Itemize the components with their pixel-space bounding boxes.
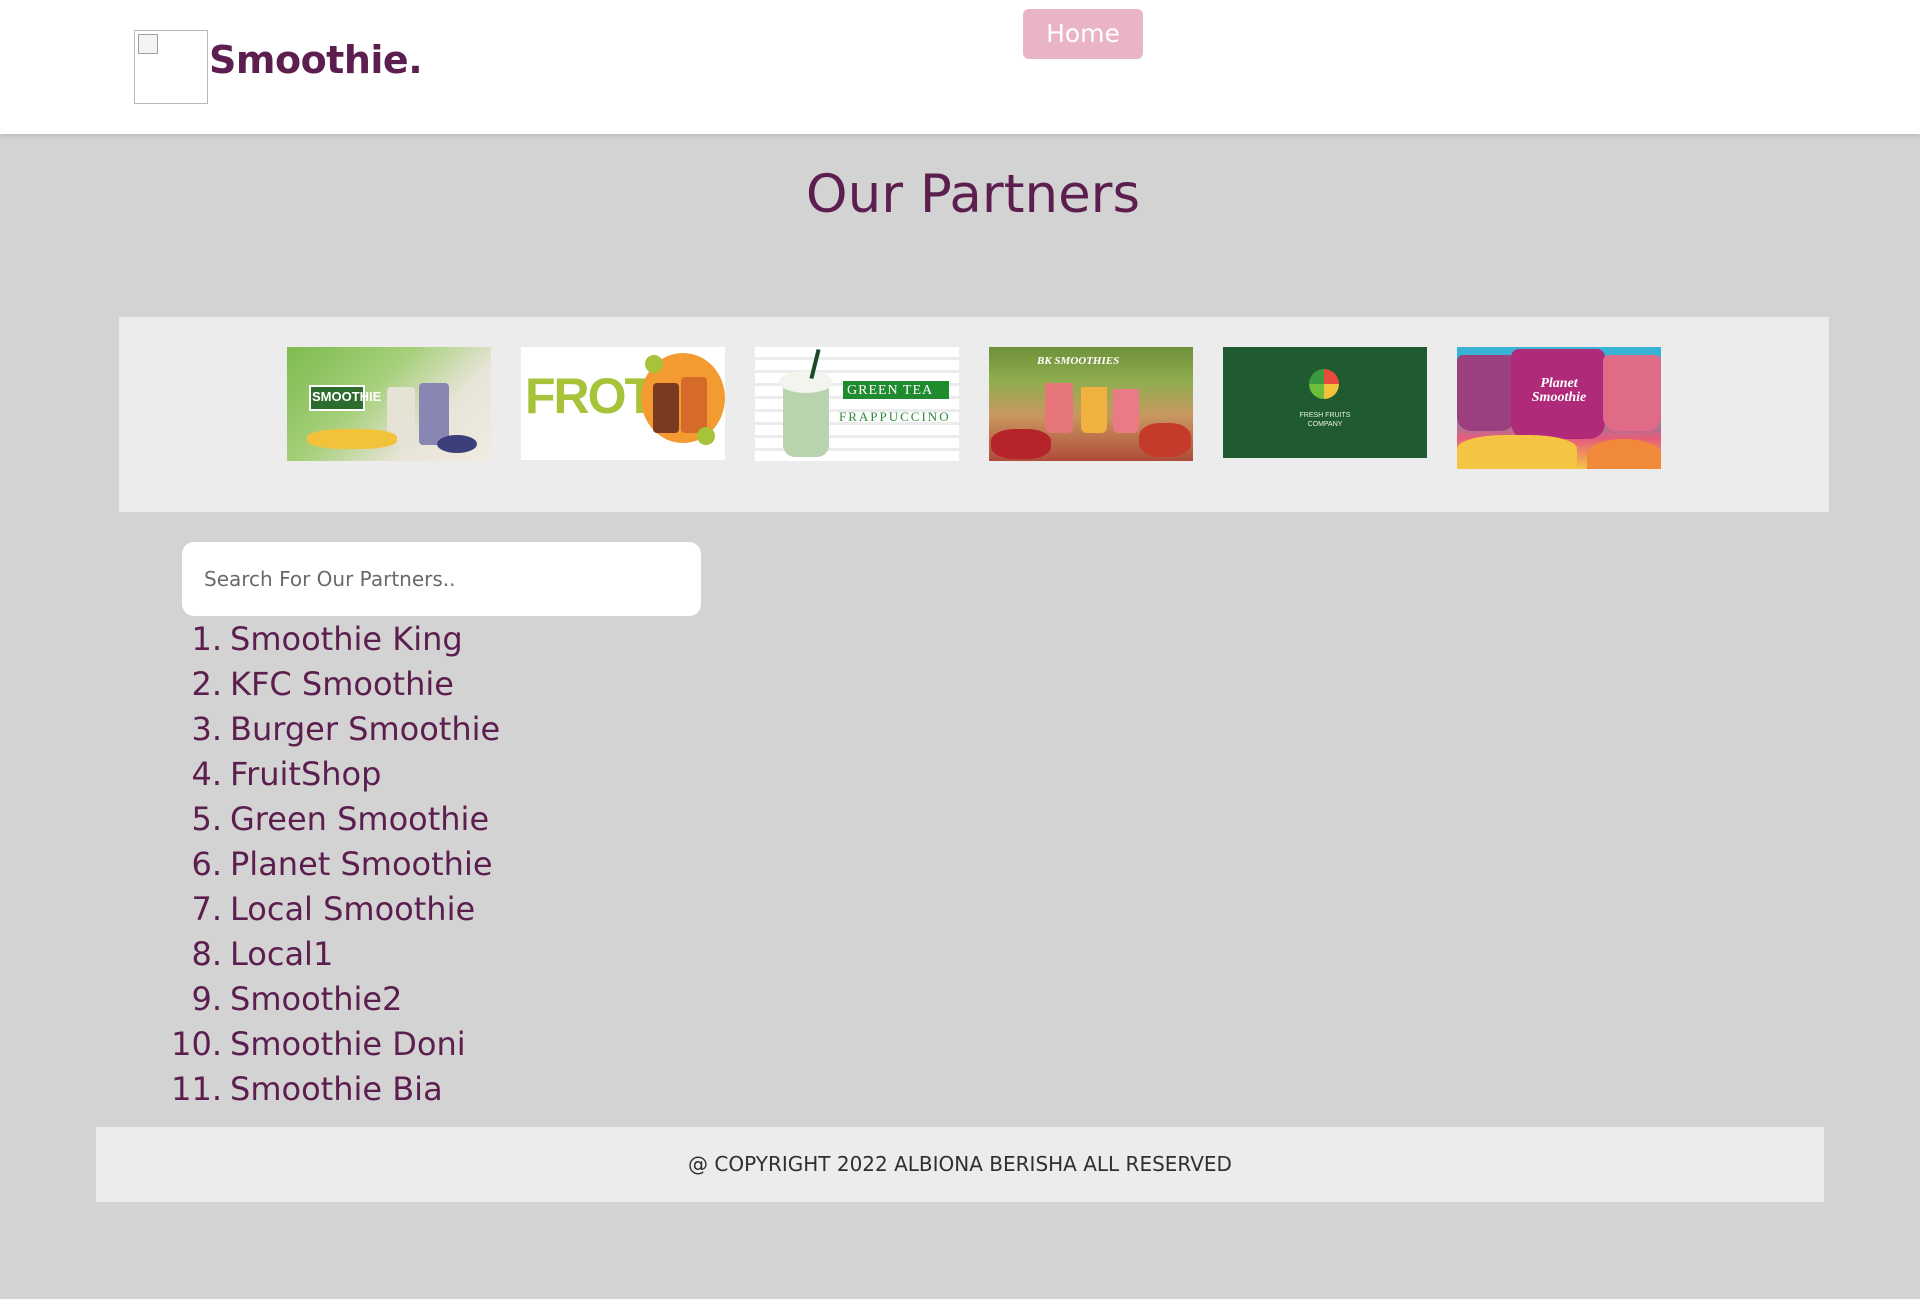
partner-name: Smoothie2 (230, 980, 403, 1018)
partner-name: Green Smoothie (230, 800, 490, 838)
partner-name: FruitShop (230, 755, 382, 793)
kfc-smoothie-image: SMOOTHIE (287, 347, 491, 461)
list-item: 10. Smoothie Doni (171, 1025, 466, 1063)
partner-name: KFC Smoothie (230, 665, 454, 703)
list-item: 4. FruitShop (191, 755, 382, 793)
site-footer: @ COPYRIGHT 2022 ALBIONA BERISHA ALL RES… (96, 1127, 1824, 1202)
list-item: 3. Burger Smoothie (191, 710, 501, 748)
list-item: 1. Smoothie King (191, 620, 463, 658)
frotea-image: FROTEA (521, 347, 725, 460)
home-nav-button[interactable]: Home (1023, 9, 1143, 59)
partner-name: Smoothie King (230, 620, 463, 658)
partner-name: Local1 (230, 935, 334, 973)
partner-name: Burger Smoothie (230, 710, 501, 748)
logo-image[interactable] (134, 30, 208, 104)
list-item: 2. KFC Smoothie (191, 665, 454, 703)
list-item: 11. Smoothie Bia (171, 1070, 443, 1108)
partner-search-input[interactable] (182, 542, 701, 616)
brand-name[interactable]: Smoothie. (209, 38, 423, 82)
site-header: Smoothie. Home (0, 0, 1920, 134)
page-title: Our Partners (805, 164, 1141, 225)
bk-smoothies-image: BK SMOOTHIES (989, 347, 1193, 461)
partner-name: Planet Smoothie (230, 845, 493, 883)
list-item: 6. Planet Smoothie (191, 845, 493, 883)
list-item: 8. Local1 (191, 935, 334, 973)
green-tea-frappuccino-image: GREEN TEA FRAPPUCCINO (755, 347, 959, 461)
partner-name: Smoothie Bia (230, 1070, 443, 1108)
list-item: 7. Local Smoothie (191, 890, 476, 928)
list-item: 9. Smoothie2 (191, 980, 403, 1018)
planet-smoothie-image: Planet Smoothie (1457, 347, 1661, 469)
copyright-text: @ COPYRIGHT 2022 ALBIONA BERISHA ALL RES… (688, 1152, 1232, 1176)
partner-name: Local Smoothie (230, 890, 476, 928)
partner-list: 1. Smoothie King 2. KFC Smoothie 3. Burger … (171, 614, 501, 1109)
fresh-fruits-company-image: FRESH FRUITS COMPANY (1223, 347, 1427, 458)
list-item: 5. Green Smoothie (191, 800, 490, 838)
partner-name: Smoothie Doni (230, 1025, 466, 1063)
